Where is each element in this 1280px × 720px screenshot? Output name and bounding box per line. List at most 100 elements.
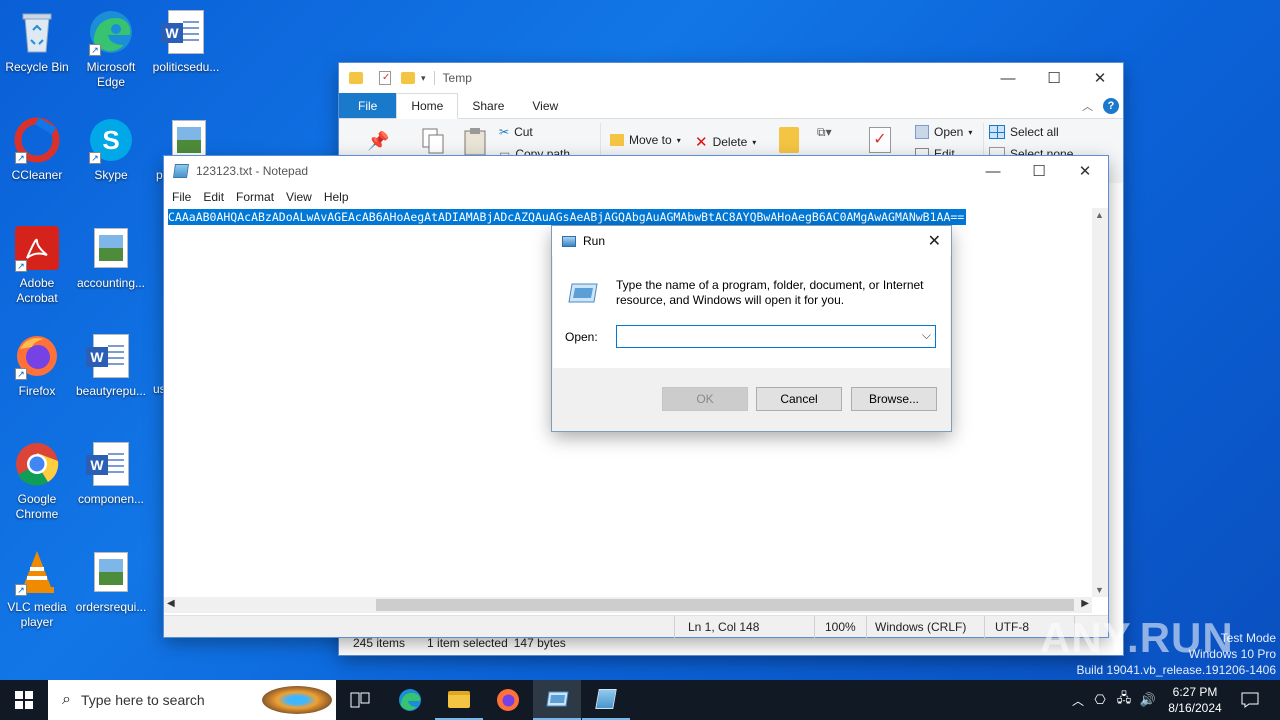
meet-now-icon[interactable]: ⎔ bbox=[1088, 692, 1112, 708]
minimize-icon[interactable]: — bbox=[985, 63, 1031, 93]
close-icon[interactable]: ✕ bbox=[1077, 63, 1123, 93]
chevron-down-icon[interactable]: ▾ bbox=[421, 73, 426, 84]
taskbar-run[interactable] bbox=[533, 680, 581, 720]
open-label: Open bbox=[934, 125, 964, 139]
menu-file[interactable]: File bbox=[166, 190, 197, 204]
word-document-icon: W bbox=[86, 440, 135, 488]
tab-share[interactable]: Share bbox=[458, 93, 518, 118]
desktop-icon-beautyrepu[interactable]: W beautyrepu... bbox=[75, 332, 147, 399]
chevron-up-icon[interactable]: ︿ bbox=[1082, 98, 1093, 114]
desktop-icon-accounting[interactable]: accounting... bbox=[75, 224, 147, 291]
maximize-icon[interactable]: ☐ bbox=[1031, 63, 1077, 93]
desktop-icon-ordersrequi[interactable]: ordersrequi... bbox=[75, 548, 147, 615]
desktop-icon-label: Recycle Bin bbox=[5, 60, 69, 74]
move-to-icon bbox=[610, 134, 624, 146]
move-to-button[interactable]: Move to ▾ bbox=[610, 133, 681, 147]
new-folder-icon[interactable] bbox=[401, 72, 415, 84]
select-all-label: Select all bbox=[1010, 125, 1059, 139]
edge-icon bbox=[399, 689, 421, 711]
tab-home[interactable]: Home bbox=[396, 93, 459, 119]
open-label: Open: bbox=[565, 330, 598, 344]
scroll-down-icon[interactable]: ▼ bbox=[1095, 585, 1104, 595]
desktop-icon-skype[interactable]: S ↗ Skype bbox=[75, 116, 147, 183]
desktop-icon-google-chrome[interactable]: Google Chrome bbox=[1, 440, 73, 522]
delete-button[interactable]: ✕ Delete ▾ bbox=[695, 133, 756, 151]
desktop-icon-partial-us[interactable]: us bbox=[150, 382, 164, 397]
volume-icon[interactable]: 🔊 bbox=[1136, 692, 1160, 708]
task-view-icon bbox=[350, 692, 370, 708]
paste-icon[interactable] bbox=[463, 127, 487, 155]
close-icon[interactable]: ✕ bbox=[1062, 156, 1108, 186]
menu-format[interactable]: Format bbox=[230, 190, 280, 204]
properties-button[interactable]: ✓ bbox=[869, 127, 891, 153]
folder-icon bbox=[448, 690, 470, 708]
desktop-icon-firefox[interactable]: ↗ Firefox bbox=[1, 332, 73, 399]
new-item-icon[interactable]: ⧉▾ bbox=[817, 125, 832, 140]
search-icon: ⌕ bbox=[62, 691, 71, 708]
desktop-icon-label: politicsedu... bbox=[152, 60, 220, 74]
network-icon[interactable]: 🖧 bbox=[1112, 689, 1136, 711]
ok-button[interactable]: OK bbox=[662, 387, 748, 411]
run-titlebar[interactable]: Run ✕ bbox=[552, 226, 951, 256]
scroll-up-icon[interactable]: ▲ bbox=[1095, 210, 1104, 220]
browse-button[interactable]: Browse... bbox=[851, 387, 937, 411]
delete-icon: ✕ bbox=[695, 134, 708, 151]
taskbar-search[interactable]: ⌕ Type here to search bbox=[48, 680, 336, 720]
horizontal-scrollbar[interactable]: ◀ ▶ bbox=[164, 597, 1092, 613]
selected-text[interactable]: CAAaAB0AHQAcABzADoALwAvAGEAcAB6AHoAegAtA… bbox=[168, 209, 967, 225]
minimize-icon[interactable]: — bbox=[970, 156, 1016, 186]
tab-file[interactable]: File bbox=[339, 93, 397, 118]
scroll-right-icon[interactable]: ▶ bbox=[1081, 598, 1089, 609]
open-combobox[interactable]: ⌵ bbox=[616, 325, 936, 348]
select-all-button[interactable]: Select all bbox=[989, 125, 1059, 139]
desktop-icon-componen[interactable]: W componen... bbox=[75, 440, 147, 507]
explorer-titlebar[interactable]: ✓ ▾ Temp — ☐ ✕ bbox=[339, 63, 1123, 93]
cut-button[interactable]: ✂ Cut bbox=[499, 125, 533, 139]
close-icon[interactable]: ✕ bbox=[928, 231, 941, 251]
scrollbar-thumb[interactable] bbox=[376, 599, 1074, 611]
menu-edit[interactable]: Edit bbox=[197, 190, 230, 204]
pin-icon[interactable]: 📌 bbox=[367, 131, 389, 152]
open-input[interactable] bbox=[617, 326, 912, 347]
taskbar-notepad[interactable] bbox=[582, 680, 630, 720]
chevron-down-icon[interactable]: ⌵ bbox=[922, 328, 931, 343]
task-view-button[interactable] bbox=[336, 680, 384, 720]
taskbar-edge[interactable] bbox=[386, 680, 434, 720]
clock-date: 8/16/2024 bbox=[1168, 701, 1222, 715]
encoding: UTF-8 bbox=[995, 620, 1029, 634]
desktop-icon-vlc[interactable]: ↗ VLC media player bbox=[1, 548, 73, 630]
desktop-icon-microsoft-edge[interactable]: ↗ Microsoft Edge bbox=[75, 8, 147, 90]
taskbar-firefox[interactable] bbox=[484, 680, 532, 720]
copy-icon[interactable] bbox=[421, 127, 445, 155]
scroll-left-icon[interactable]: ◀ bbox=[167, 598, 175, 609]
run-icon bbox=[567, 280, 599, 309]
notifications-button[interactable] bbox=[1232, 680, 1268, 720]
select-all-icon bbox=[989, 125, 1005, 139]
cancel-button[interactable]: Cancel bbox=[756, 387, 842, 411]
tab-view[interactable]: View bbox=[518, 93, 572, 118]
desktop-icon-ccleaner[interactable]: ↗ CCleaner bbox=[1, 116, 73, 183]
desktop-icon-adobe-acrobat[interactable]: ↗ Adobe Acrobat bbox=[1, 224, 73, 306]
notepad-titlebar[interactable]: 123123.txt - Notepad — ☐ ✕ bbox=[164, 156, 1108, 186]
menu-view[interactable]: View bbox=[280, 190, 318, 204]
desktop-icon-politicsedu[interactable]: W politicsedu... bbox=[150, 8, 222, 75]
vertical-scrollbar[interactable]: ▲ ▼ bbox=[1092, 208, 1108, 597]
watermark-line2: Windows 10 Pro bbox=[1188, 647, 1276, 661]
properties-icon[interactable]: ✓ bbox=[379, 71, 391, 85]
open-button[interactable]: Open ▾ bbox=[915, 125, 972, 139]
recycle-bin-icon bbox=[13, 8, 61, 56]
taskbar: ⌕ Type here to search ︿ ⎔ 🖧 🔊 6:27 PM 8/… bbox=[0, 680, 1280, 720]
desktop-icon-label: CCleaner bbox=[11, 168, 63, 182]
taskbar-file-explorer[interactable] bbox=[435, 680, 483, 720]
chevron-up-icon[interactable]: ︿ bbox=[1068, 692, 1088, 709]
start-button[interactable] bbox=[0, 680, 48, 720]
menu-help[interactable]: Help bbox=[318, 190, 355, 204]
firefox-icon bbox=[497, 689, 519, 711]
clock[interactable]: 6:27 PM 8/16/2024 bbox=[1162, 680, 1228, 720]
scissors-icon: ✂ bbox=[499, 125, 510, 139]
maximize-icon[interactable]: ☐ bbox=[1016, 156, 1062, 186]
desktop-icon-recycle-bin[interactable]: Recycle Bin bbox=[1, 8, 73, 75]
new-folder-button[interactable] bbox=[779, 127, 799, 153]
help-icon[interactable]: ? bbox=[1103, 97, 1119, 114]
run-dialog[interactable]: Run ✕ Type the name of a program, folder… bbox=[552, 226, 951, 431]
